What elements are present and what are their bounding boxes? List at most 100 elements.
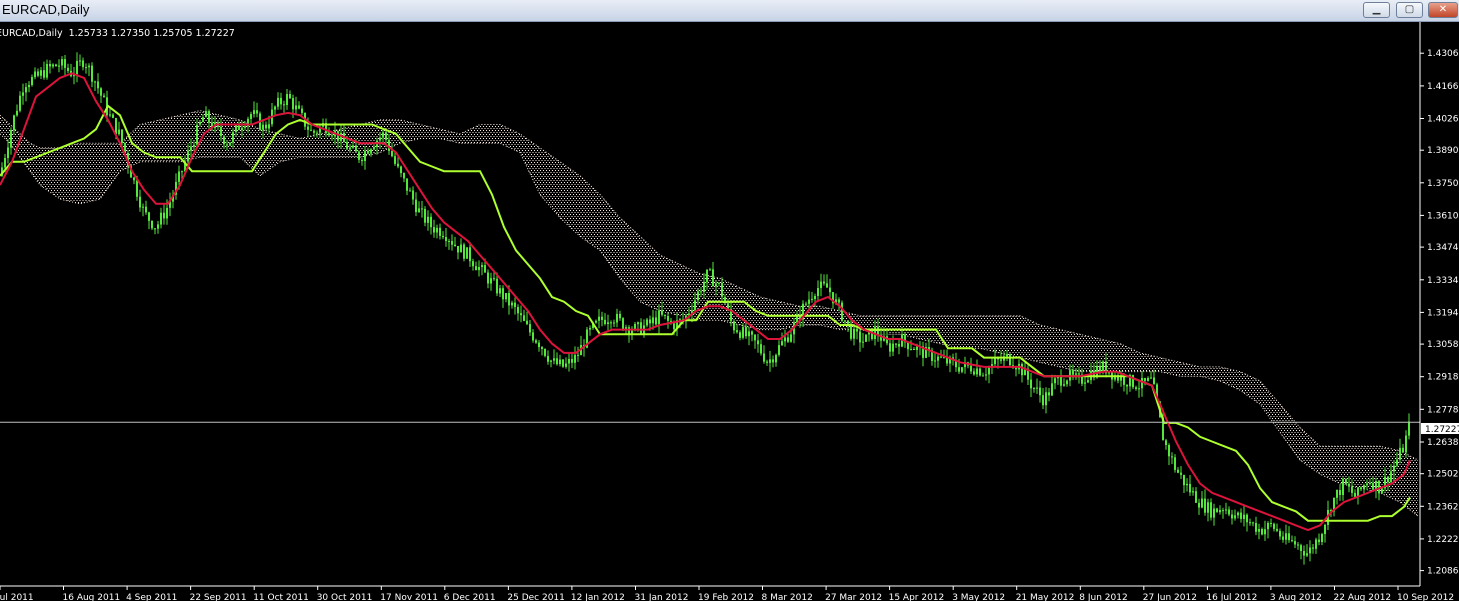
x-tick-label: 4 Sep 2011: [126, 593, 177, 601]
candle-body: [1396, 459, 1398, 466]
candle-body: [1345, 479, 1347, 484]
candle-body: [253, 110, 255, 114]
candle-body: [1126, 384, 1128, 387]
close-button[interactable]: ✕: [1428, 2, 1458, 18]
candle-body: [37, 71, 39, 76]
candle-body: [1246, 514, 1248, 523]
candle-body: [817, 288, 819, 296]
candle-body: [763, 353, 765, 362]
candle-body: [1309, 547, 1311, 554]
candle-body: [493, 278, 495, 280]
x-tick-label: 25 Dec 2011: [507, 593, 565, 601]
candle-body: [466, 247, 468, 259]
candle-body: [1045, 392, 1047, 406]
candle-body: [820, 281, 822, 288]
candle-body: [1033, 388, 1035, 390]
candle-body: [88, 65, 90, 68]
candle-body: [1300, 545, 1302, 551]
candle-body: [877, 326, 879, 335]
candle-body: [553, 358, 555, 361]
candle-body: [463, 244, 465, 259]
candle-body: [1060, 376, 1062, 386]
candle-body: [646, 319, 648, 326]
candle-body: [1180, 472, 1182, 475]
candle-body: [142, 206, 144, 208]
candle-body: [784, 337, 786, 342]
candle-body: [1369, 483, 1371, 484]
candle-body: [622, 318, 624, 330]
candle-body: [751, 331, 753, 335]
candle-body: [301, 108, 303, 113]
x-tick-label: 27 Mar 2012: [825, 593, 882, 601]
candle-body: [220, 126, 222, 137]
candle-body: [370, 149, 372, 154]
candle-body: [865, 334, 867, 342]
x-tick-label: 22 Sep 2011: [190, 593, 247, 601]
candle-body: [16, 110, 18, 116]
candle-body: [520, 313, 522, 316]
candle-body: [250, 114, 252, 119]
candle-body: [13, 115, 15, 131]
candle-body: [1138, 388, 1140, 390]
candle-body: [385, 132, 387, 140]
candle-body: [958, 367, 960, 372]
candle-body: [1006, 354, 1008, 357]
candle-body: [145, 206, 147, 213]
candle-body: [700, 291, 702, 293]
candle-body: [1408, 421, 1410, 436]
candle-body: [910, 349, 912, 350]
x-tick-label: 8 Mar 2012: [762, 593, 813, 601]
candle-body: [1144, 378, 1146, 381]
candle-body: [595, 320, 597, 323]
candle-body: [1183, 474, 1185, 486]
candle-body: [502, 288, 504, 300]
candle-body: [562, 359, 564, 367]
candle-body: [529, 324, 531, 333]
candle-body: [451, 241, 453, 245]
minimize-button[interactable]: ▁: [1363, 2, 1390, 18]
candle-body: [310, 129, 312, 131]
candle-body: [856, 328, 858, 332]
candle-body: [598, 316, 600, 321]
candle-body: [661, 310, 663, 315]
candle-body: [973, 371, 975, 375]
maximize-button[interactable]: ▢: [1396, 2, 1423, 18]
candle-body: [721, 282, 723, 297]
y-tick-label: 1.33340: [1427, 276, 1459, 286]
candle-body: [46, 64, 48, 78]
y-tick-label: 1.30580: [1427, 340, 1459, 350]
candle-body: [427, 216, 429, 223]
x-tick-label: 16 Aug 2011: [63, 593, 121, 601]
candle-body: [1075, 373, 1077, 375]
candle-body: [982, 375, 984, 377]
x-tick-label: 27 Jun 2012: [1143, 593, 1197, 601]
candle-body: [988, 367, 990, 375]
candle-body: [1207, 502, 1209, 513]
candle-body: [475, 266, 477, 271]
candle-body: [1048, 392, 1050, 396]
candle-body: [907, 342, 909, 350]
candle-body: [82, 60, 84, 68]
candle-body: [1102, 361, 1104, 372]
candle-body: [613, 322, 615, 324]
candle-body: [187, 150, 189, 162]
candle-body: [439, 227, 441, 236]
candle-body: [1366, 483, 1368, 486]
x-tick-label: 3 May 2012: [952, 593, 1005, 601]
candle-body: [1234, 515, 1236, 519]
candle-body: [1150, 377, 1152, 379]
candle-body: [1099, 365, 1101, 372]
candle-body: [1339, 490, 1341, 495]
candle-body: [1063, 384, 1065, 386]
candle-body: [589, 328, 591, 330]
candle-body: [91, 65, 93, 82]
candle-body: [1066, 380, 1068, 385]
candle-body: [292, 98, 294, 110]
ichimoku-chart[interactable]: 1.43060 1.41660 1.40260 1.38900 1.37500 1.361…: [0, 22, 1459, 601]
candle-body: [610, 322, 612, 324]
candle-body: [1393, 465, 1395, 472]
candle-body: [766, 361, 768, 363]
y-tick-label: 1.37500: [1427, 179, 1459, 189]
candle-body: [85, 67, 87, 69]
candle-body: [985, 374, 987, 376]
